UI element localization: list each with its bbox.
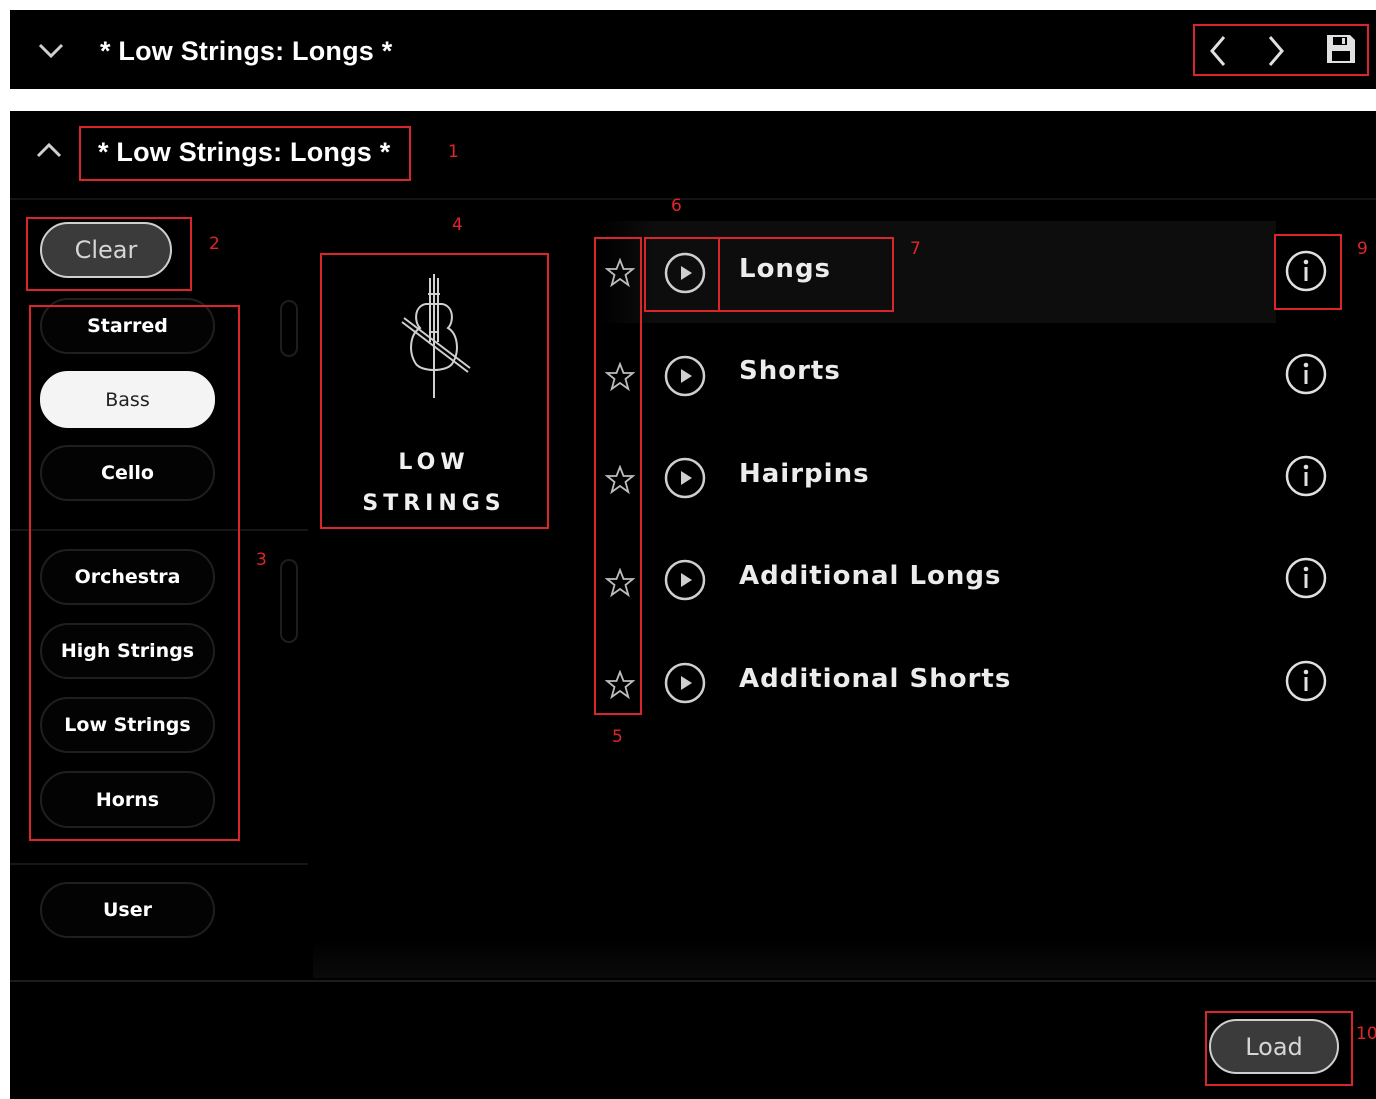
chevron-right-icon[interactable] — [1262, 33, 1290, 69]
preset-name[interactable]: Additional Shorts — [739, 664, 1011, 694]
annotation-6: 6 — [671, 196, 682, 216]
instrument-name-line2: STRINGS — [362, 491, 506, 516]
play-icon[interactable] — [663, 456, 707, 500]
clear-button[interactable]: Clear — [40, 222, 172, 278]
preset-name[interactable]: Shorts — [739, 356, 841, 386]
filter-bass[interactable]: Bass — [40, 371, 215, 428]
cello-icon — [401, 274, 471, 398]
scrollbar-thumb-top[interactable] — [280, 300, 298, 357]
preset-name[interactable]: Hairpins — [739, 459, 870, 489]
star-icon[interactable] — [605, 568, 635, 598]
sidebar-divider-user — [10, 863, 308, 865]
play-icon[interactable] — [663, 354, 707, 398]
annotation-10: 10 — [1356, 1024, 1376, 1044]
star-icon[interactable] — [605, 258, 635, 288]
star-icon[interactable] — [605, 670, 635, 700]
star-icon[interactable] — [605, 362, 635, 392]
info-icon[interactable] — [1284, 454, 1328, 498]
instrument-name-line1: LOW — [398, 450, 470, 475]
annotation-2: 2 — [209, 234, 220, 254]
filter-high-strings[interactable]: High Strings — [40, 623, 215, 679]
annotation-7: 7 — [910, 239, 921, 259]
play-icon[interactable] — [663, 251, 707, 295]
play-icon[interactable] — [663, 661, 707, 705]
filter-low-strings[interactable]: Low Strings — [40, 697, 215, 753]
star-icon[interactable] — [605, 465, 635, 495]
header-divider — [10, 198, 1376, 200]
chevron-down-icon[interactable] — [36, 40, 66, 62]
annotation-5: 5 — [612, 727, 623, 747]
annotation-3: 3 — [256, 550, 267, 570]
filter-horns[interactable]: Horns — [40, 771, 215, 828]
filter-cello[interactable]: Cello — [40, 445, 215, 501]
panel-title[interactable]: * Low Strings: Longs * — [98, 137, 390, 168]
load-button[interactable]: Load — [1209, 1019, 1339, 1074]
chevron-up-icon[interactable] — [34, 140, 64, 162]
chevron-left-icon[interactable] — [1204, 33, 1232, 69]
info-icon[interactable] — [1284, 659, 1328, 703]
footer-divider — [10, 980, 1376, 982]
annotation-9: 9 — [1357, 239, 1368, 259]
play-icon[interactable] — [663, 558, 707, 602]
preset-name[interactable]: Additional Longs — [739, 561, 1002, 591]
annotation-1: 1 — [448, 142, 459, 162]
filter-orchestra[interactable]: Orchestra — [40, 549, 215, 605]
info-icon[interactable] — [1284, 352, 1328, 396]
info-icon[interactable] — [1284, 556, 1328, 600]
annotation-4: 4 — [452, 215, 463, 235]
scrollbar-thumb-bottom[interactable] — [280, 559, 298, 643]
filter-starred[interactable]: Starred — [40, 298, 215, 354]
save-icon[interactable] — [1324, 33, 1358, 65]
top-bar-title[interactable]: * Low Strings: Longs * — [100, 36, 392, 67]
info-icon[interactable] — [1284, 249, 1328, 293]
list-bottom-fade — [313, 940, 1376, 978]
sidebar-divider — [10, 529, 308, 531]
instrument-card[interactable]: LOW STRINGS — [321, 254, 547, 528]
preset-name[interactable]: Longs — [739, 254, 831, 284]
filter-user[interactable]: User — [40, 882, 215, 938]
